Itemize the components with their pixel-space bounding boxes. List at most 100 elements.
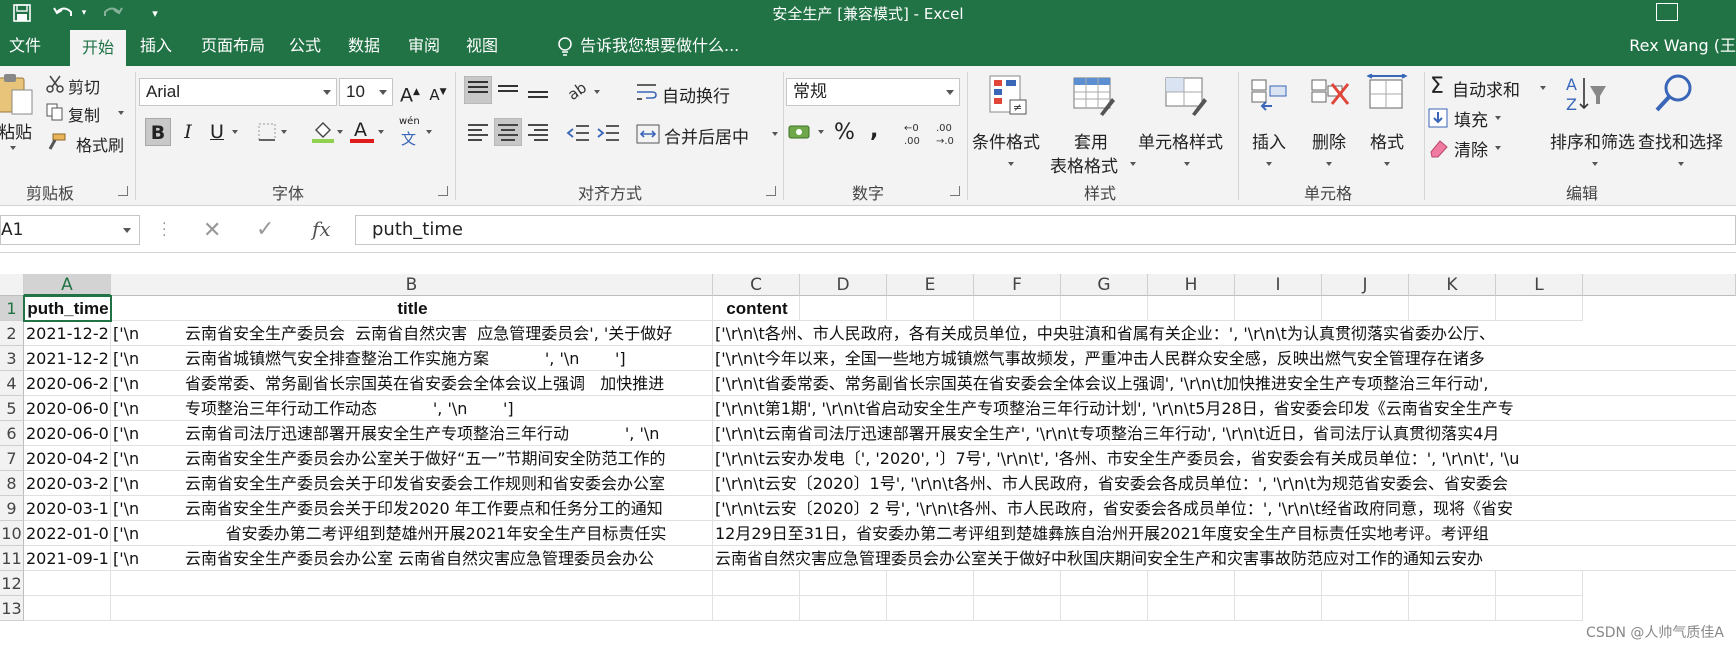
format-cells-icon[interactable]: [1366, 73, 1410, 122]
grid-cell[interactable]: [1496, 571, 1583, 596]
tell-me-box[interactable]: 告诉我您想要做什么...: [558, 26, 739, 66]
font-launcher-icon[interactable]: [438, 186, 448, 196]
paste-dropdown-icon[interactable]: [10, 146, 16, 150]
align-top-icon[interactable]: [463, 75, 493, 108]
column-header-l[interactable]: L: [1496, 274, 1583, 296]
tab-home[interactable]: 开始: [70, 30, 126, 66]
column-header-j[interactable]: J: [1322, 274, 1409, 296]
italic-button[interactable]: I: [175, 118, 201, 146]
grid-cell[interactable]: [713, 596, 800, 621]
find-select-button[interactable]: 查找和选择: [1638, 128, 1723, 153]
table-cell[interactable]: ['\n 专项整治三年行动工作动态 ', '\n ']: [111, 396, 713, 421]
table-cell[interactable]: ['\n 云南省安全生产委员会办公室 云南省自然灾害应急管理委员会办公: [111, 546, 713, 571]
row-header-12[interactable]: 12: [0, 571, 24, 596]
delete-cells-dropdown-icon[interactable]: [1326, 162, 1332, 166]
format-cells-button[interactable]: 格式: [1370, 128, 1404, 153]
row-header-6[interactable]: 6: [0, 421, 24, 446]
table-cell[interactable]: 2022-01-0: [24, 521, 111, 546]
grid-cell[interactable]: [1409, 296, 1496, 321]
column-header-h[interactable]: H: [1148, 274, 1235, 296]
column-header-f[interactable]: F: [974, 274, 1061, 296]
grid-cell[interactable]: [1496, 596, 1583, 621]
decrease-indent-icon[interactable]: [566, 122, 590, 148]
fill-button[interactable]: 填充: [1454, 106, 1488, 131]
table-cell[interactable]: ['\n 省委常委、常务副省长宗国英在省安委会全体会议上强调 加快推进: [111, 371, 713, 396]
table-cell[interactable]: 2021-12-2: [24, 321, 111, 346]
grid-cell[interactable]: [24, 596, 111, 621]
paste-icon[interactable]: [0, 72, 34, 120]
grid-cell[interactable]: [974, 596, 1061, 621]
table-cell[interactable]: 12月29日至31日，省安委办第二考评组到楚雄彝族自治州开展2021年度安全生产…: [713, 521, 1736, 546]
row-header-1[interactable]: 1: [0, 296, 24, 321]
confirm-entry-icon[interactable]: ✓: [256, 217, 274, 242]
conditional-formatting-icon[interactable]: ≠: [986, 74, 1030, 122]
grid-cell[interactable]: [1409, 571, 1496, 596]
autosum-button[interactable]: 自动求和: [1452, 76, 1520, 101]
table-cell[interactable]: 2020-06-0: [24, 421, 111, 446]
header-cell-content[interactable]: content: [713, 296, 800, 321]
row-header-7[interactable]: 7: [0, 446, 24, 471]
table-cell[interactable]: ['\n 云南省城镇燃气安全排查整治工作实施方案 ', '\n ']: [111, 346, 713, 371]
cut-button[interactable]: 剪切: [68, 74, 100, 98]
formula-input[interactable]: puth_time: [355, 215, 1736, 245]
grid-cell[interactable]: [24, 571, 111, 596]
grid-cell[interactable]: [1235, 296, 1322, 321]
grid-cell[interactable]: [1148, 571, 1235, 596]
conditional-dropdown-icon[interactable]: [1008, 162, 1014, 166]
font-color-icon[interactable]: A: [350, 118, 374, 148]
tab-file[interactable]: 文件: [0, 26, 50, 66]
table-cell[interactable]: ['\r\n\t各州、市人民政府，各有关成员单位，中央驻滇和省属有关企业：', …: [713, 321, 1736, 346]
column-header-k[interactable]: K: [1409, 274, 1496, 296]
sort-filter-icon[interactable]: AZ: [1562, 72, 1610, 120]
fill-dropdown-icon[interactable]: [1495, 116, 1501, 120]
table-cell[interactable]: ['\n 云南省安全生产委员会关于印发省安委会工作规则和省安委会办公室: [111, 471, 713, 496]
grid-cell[interactable]: [1322, 571, 1409, 596]
grid-cell[interactable]: [111, 596, 713, 621]
tab-data[interactable]: 数据: [341, 26, 387, 66]
format-cells-dropdown-icon[interactable]: [1384, 162, 1390, 166]
row-header-11[interactable]: 11: [0, 546, 24, 571]
sort-filter-button[interactable]: 排序和筛选: [1550, 128, 1635, 153]
name-box[interactable]: A1: [0, 215, 140, 245]
format-as-table-button[interactable]: 表格格式: [1050, 152, 1118, 177]
row-header-9[interactable]: 9: [0, 496, 24, 521]
copy-dropdown-icon[interactable]: [118, 111, 124, 115]
paste-button[interactable]: 粘贴: [0, 118, 32, 143]
format-as-table-icon[interactable]: [1072, 74, 1116, 122]
table-cell[interactable]: ['\r\n\t云安〔2020〕1号', '\r\n\t各州、市人民政府，省安委…: [713, 471, 1736, 496]
grid-cell[interactable]: [1148, 296, 1235, 321]
row-header-10[interactable]: 10: [0, 521, 24, 546]
number-launcher-icon[interactable]: [950, 186, 960, 196]
format-as-table-dropdown-icon[interactable]: [1130, 162, 1136, 166]
wrap-text-button[interactable]: 自动换行: [662, 82, 730, 107]
column-header-i[interactable]: I: [1235, 274, 1322, 296]
phonetic-dropdown-icon[interactable]: [426, 130, 432, 134]
grid-cell[interactable]: [111, 571, 713, 596]
grid-cell[interactable]: [1409, 596, 1496, 621]
sort-filter-dropdown-icon[interactable]: [1592, 162, 1598, 166]
table-cell[interactable]: 云南省自然灾害应急管理委员会办公室关于做好中秋国庆期间安全生产和灾害事故防范应对…: [713, 546, 1736, 571]
clear-button[interactable]: 清除: [1454, 136, 1488, 161]
cell-styles-icon[interactable]: [1164, 74, 1208, 122]
grid-cell[interactable]: [887, 596, 974, 621]
ribbon-display-options-icon[interactable]: [1656, 3, 1678, 21]
row-header-5[interactable]: 5: [0, 396, 24, 421]
conditional-formatting-button[interactable]: 条件格式: [972, 128, 1040, 153]
table-cell[interactable]: ['\n 省安委办第二考评组到楚雄州开展2021年安全生产目标责任实: [111, 521, 713, 546]
table-cell[interactable]: ['\r\n\t云安〔2020〕2 号', '\r\n\t各州、市人民政府，省安…: [713, 496, 1736, 521]
underline-button[interactable]: U: [204, 118, 230, 146]
table-cell[interactable]: 2020-03-1: [24, 496, 111, 521]
tab-formulas[interactable]: 公式: [282, 26, 328, 66]
table-cell[interactable]: 2020-06-2: [24, 371, 111, 396]
accounting-format-icon[interactable]: [788, 122, 814, 146]
table-cell[interactable]: ['\r\n\t第1期', '\r\n\t省启动安全生产专项整治三年行动计划',…: [713, 396, 1736, 421]
tab-page-layout[interactable]: 页面布局: [193, 26, 273, 66]
table-cell[interactable]: 2020-03-2: [24, 471, 111, 496]
decrease-decimal-icon[interactable]: .00 →.0: [934, 120, 962, 152]
align-center-icon[interactable]: [493, 117, 523, 150]
border-icon[interactable]: [257, 122, 277, 146]
table-cell[interactable]: 2020-04-2: [24, 446, 111, 471]
font-name-select[interactable]: Arial: [139, 78, 337, 106]
column-header-e[interactable]: E: [887, 274, 974, 296]
grid-cell[interactable]: [1061, 296, 1148, 321]
